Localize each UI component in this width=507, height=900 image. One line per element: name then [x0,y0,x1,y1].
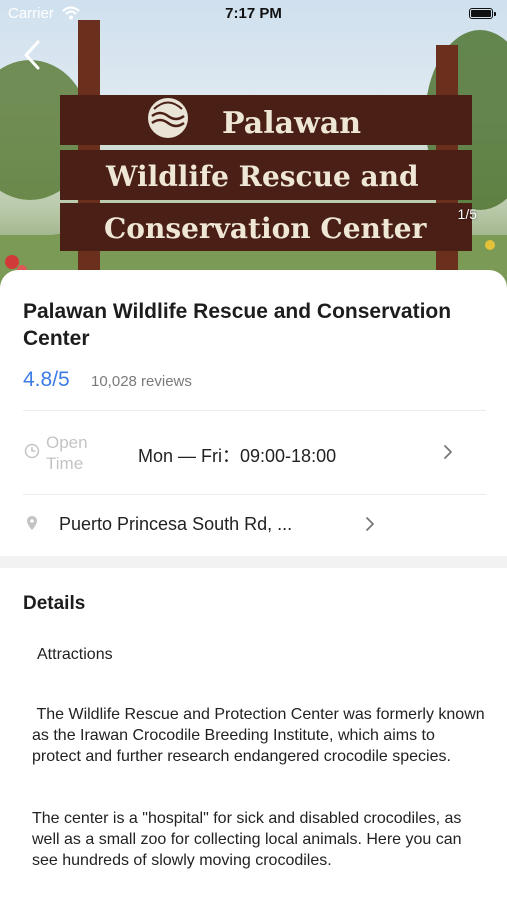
attractions-label: Attractions [37,646,113,663]
clock-icon [24,443,40,459]
chevron-right-icon [366,517,374,531]
battery-icon [469,8,496,19]
details-heading: Details [23,593,86,614]
location-pin-icon [27,516,37,530]
address-text: Puerto Princesa South Rd, ... [59,514,293,534]
sign-line-2: Wildlife Rescue and [105,160,419,193]
chevron-right-icon [444,445,452,459]
status-time: 7:17 PM [225,5,282,22]
review-count[interactable]: 10,028 reviews [91,373,192,390]
place-title: Palawan Wildlife Rescue and Conservation… [23,300,452,350]
back-button[interactable] [18,38,48,72]
sign-line-1: Palawan [222,106,361,141]
details-section: Details Attractions The Wildlife Rescue … [0,568,507,900]
address-row[interactable]: Puerto Princesa South Rd, ... [0,495,507,555]
open-time-row[interactable]: Open Time Mon — Fri：09:00-18:00 [0,411,507,494]
place-info-card: Palawan Wildlife Rescue and Conservation… [0,270,507,556]
details-paragraph: The Wildlife Rescue and Protection Cente… [32,706,490,765]
photo-counter: 1/5 [457,206,477,222]
hero-photo[interactable]: Palawan Wildlife Rescue and Conservation… [0,0,507,300]
open-time-label: Open Time [46,433,88,473]
details-paragraph: The center is a "hospital" for sick and … [32,810,466,869]
rating-score: 4.8/5 [23,368,70,391]
status-bar: Carrier 7:17 PM [0,0,507,28]
sign-line-3: Conservation Center [104,212,428,245]
hero-photo-image: Palawan Wildlife Rescue and Conservation… [0,20,507,300]
chevron-left-icon [24,40,40,70]
open-hours: Mon — Fri：09:00-18:00 [138,446,337,466]
section-separator [0,556,507,568]
